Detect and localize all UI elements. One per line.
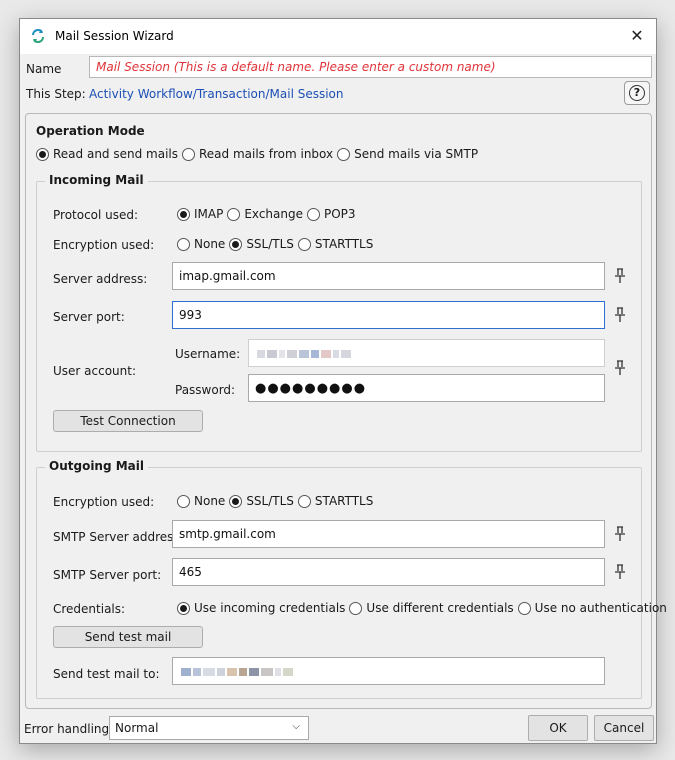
smtp-port-value: 465: [179, 565, 202, 579]
server-port-value: 993: [179, 308, 202, 322]
operation-mode-title: Operation Mode: [36, 124, 145, 138]
protocol-radios: IMAP Exchange POP3: [177, 207, 360, 221]
password-label: Password:: [175, 383, 236, 397]
send-test-mail-button[interactable]: Send test mail: [53, 626, 203, 648]
radio-outgoing-ssl[interactable]: SSL/TLS: [229, 494, 294, 508]
pin-icon[interactable]: [613, 564, 627, 580]
incoming-encryption-label: Encryption used:: [53, 238, 155, 252]
name-label: Name: [26, 62, 62, 76]
radio-use-incoming-credentials[interactable]: Use incoming credentials: [177, 601, 345, 615]
server-address-label: Server address:: [53, 272, 148, 286]
close-button[interactable]: ✕: [626, 25, 648, 47]
mail-session-wizard-window: Mail Session Wizard ✕ Name Mail Session …: [19, 18, 667, 744]
pin-icon[interactable]: [613, 268, 627, 284]
password-input[interactable]: ●●●●●●●●●: [248, 374, 605, 402]
smtp-port-label: SMTP Server port:: [53, 568, 162, 582]
window-title: Mail Session Wizard: [55, 29, 174, 43]
operation-mode-radios: Read and send mails Read mails from inbo…: [36, 147, 482, 161]
step-path-link[interactable]: Activity Workflow/Transaction/Mail Sessi…: [89, 87, 344, 101]
cancel-button[interactable]: Cancel: [594, 715, 654, 741]
radio-imap[interactable]: IMAP: [177, 207, 223, 221]
smtp-address-value: smtp.gmail.com: [179, 527, 276, 541]
test-connection-button[interactable]: Test Connection: [53, 410, 203, 432]
radio-exchange[interactable]: Exchange: [227, 207, 303, 221]
radio-incoming-ssl[interactable]: SSL/TLS: [229, 237, 294, 251]
name-input[interactable]: Mail Session (This is a default name. Pl…: [89, 56, 652, 78]
outgoing-mail-legend: Outgoing Mail: [45, 459, 149, 473]
send-test-to-label: Send test mail to:: [53, 667, 160, 681]
username-redacted: [257, 349, 351, 359]
help-button[interactable]: ?: [624, 81, 650, 105]
radio-pop3[interactable]: POP3: [306, 207, 356, 221]
pin-icon[interactable]: [613, 307, 627, 323]
radio-incoming-none[interactable]: None: [177, 237, 225, 251]
recipient-redacted: [181, 667, 293, 677]
radio-incoming-starttls[interactable]: STARTTLS: [297, 237, 373, 251]
smtp-address-input[interactable]: smtp.gmail.com: [172, 520, 605, 548]
password-mask: ●●●●●●●●●: [255, 380, 367, 396]
error-handling-label: Error handling:: [24, 722, 114, 736]
radio-read-and-send[interactable]: Read and send mails: [36, 147, 178, 161]
smtp-port-input[interactable]: 465: [172, 558, 605, 586]
radio-outgoing-starttls[interactable]: STARTTLS: [297, 494, 373, 508]
server-address-input[interactable]: imap.gmail.com: [172, 262, 605, 290]
step-label: This Step:: [26, 87, 86, 101]
radio-send-via-smtp[interactable]: Send mails via SMTP: [337, 147, 478, 161]
radio-use-different-credentials[interactable]: Use different credentials: [349, 601, 514, 615]
send-test-to-input[interactable]: [172, 657, 605, 685]
username-input[interactable]: [248, 339, 605, 367]
incoming-encryption-radios: None SSL/TLS STARTTLS: [177, 237, 377, 251]
name-input-value: Mail Session (This is a default name. Pl…: [96, 60, 496, 74]
chevron-down-icon: ⌵: [292, 721, 300, 732]
server-port-input[interactable]: 993: [172, 301, 605, 329]
question-mark-icon: ?: [629, 85, 645, 101]
outgoing-encryption-label: Encryption used:: [53, 495, 155, 509]
radio-outgoing-none[interactable]: None: [177, 494, 225, 508]
credentials-radios: Use incoming credentials Use different c…: [177, 601, 671, 615]
incoming-mail-group: Incoming Mail Protocol used: IMAP Exchan…: [36, 173, 642, 452]
ok-button[interactable]: OK: [528, 715, 588, 741]
server-address-value: imap.gmail.com: [179, 269, 276, 283]
pin-icon[interactable]: [613, 526, 627, 542]
user-account-label: User account:: [53, 364, 137, 378]
radio-read-from-inbox[interactable]: Read mails from inbox: [182, 147, 333, 161]
error-handling-select[interactable]: Normal ⌵: [109, 716, 309, 740]
smtp-address-label: SMTP Server address: [53, 530, 180, 544]
close-icon: ✕: [630, 26, 644, 45]
outgoing-encryption-radios: None SSL/TLS STARTTLS: [177, 494, 377, 508]
username-label: Username:: [175, 347, 241, 361]
sync-arrows-icon: [32, 29, 44, 43]
outgoing-mail-group: Outgoing Mail Encryption used: None SSL/…: [36, 459, 667, 699]
server-port-label: Server port:: [53, 310, 125, 324]
main-panel: Operation Mode Read and send mails Read …: [25, 113, 667, 709]
title-bar: Mail Session Wizard ✕: [20, 19, 656, 54]
radio-use-no-authentication[interactable]: Use no authentication: [517, 601, 667, 615]
error-handling-value: Normal: [115, 721, 159, 735]
pin-icon[interactable]: [613, 360, 627, 376]
credentials-label: Credentials:: [53, 602, 126, 616]
incoming-mail-legend: Incoming Mail: [45, 173, 148, 187]
protocol-label: Protocol used:: [53, 208, 139, 222]
